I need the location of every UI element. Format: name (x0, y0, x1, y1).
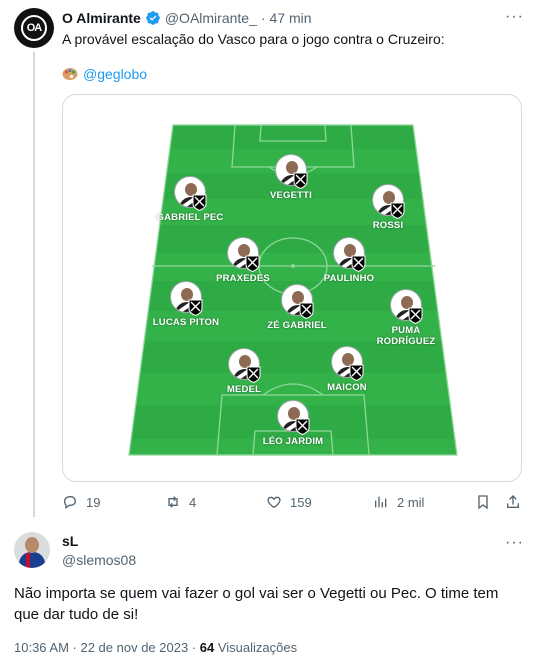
tweet-time[interactable]: 47 min (270, 10, 312, 26)
player-name: MEDEL (226, 384, 262, 395)
reply-views-label: Visualizações (217, 640, 298, 655)
more-icon[interactable]: ··· (505, 534, 524, 552)
vasco-crest-icon (295, 418, 310, 435)
vasco-crest-icon (192, 194, 207, 211)
palette-icon (62, 68, 78, 80)
player-name: PAULINHO (323, 273, 375, 284)
reply-author-name[interactable]: sL (62, 533, 78, 549)
share-button[interactable] (505, 494, 529, 510)
bookmark-icon (478, 495, 488, 510)
player-puma-rodriguez: PUMA RODRÍGUEZ (346, 289, 466, 347)
player-name: LUCAS PITON (152, 317, 220, 328)
author-name[interactable]: O Almirante (62, 10, 141, 26)
lineup-image[interactable]: VEGETTI GABRIEL PEC ROSSI PRAXEDES PAULI… (62, 94, 522, 482)
like-icon (267, 496, 281, 509)
avatar-logo: OA (21, 15, 47, 41)
player-lucas-piton: LUCAS PITON (126, 281, 246, 328)
vasco-crest-icon (293, 172, 308, 189)
reply-timestamp[interactable]: 10:36 AM · 22 de nov de 2023 · (14, 640, 196, 655)
share-icon (507, 495, 519, 508)
player-name: ROSSI (372, 220, 404, 231)
vasco-crest-icon (390, 202, 405, 219)
reply-author-handle[interactable]: @slemos08 (62, 552, 136, 568)
tweet-text: A provável escalação do Vasco para o jog… (62, 31, 445, 47)
player-paulinho: PAULINHO (289, 237, 409, 284)
author-handle[interactable]: @OAlmirante_ (165, 10, 257, 26)
like-button[interactable]: 159 (266, 494, 312, 510)
reply-icon (63, 496, 77, 509)
thread-line (33, 52, 35, 517)
views-icon (375, 496, 387, 508)
reply-button[interactable]: 19 (62, 494, 100, 510)
vasco-crest-icon (245, 255, 260, 272)
more-icon[interactable]: ··· (505, 8, 524, 26)
player-name: MAICON (327, 382, 367, 393)
player-name: PUMA RODRÍGUEZ (376, 325, 436, 347)
vasco-crest-icon (299, 302, 314, 319)
repost-button[interactable]: 4 (165, 494, 196, 510)
mention-link[interactable]: @geglobo (83, 66, 147, 82)
reply-text: Não importa se quem vai fazer o gol vai … (14, 585, 499, 623)
reply-meta: 10:36 AM · 22 de nov de 2023 · 64 Visual… (14, 640, 297, 655)
tweet-header: O Almirante @OAlmirante_ · 47 min (62, 8, 312, 28)
player-maicon: MAICON (287, 346, 407, 393)
player-name: LÉO JARDIM (262, 436, 324, 447)
player-gabriel-pec: GABRIEL PEC (130, 176, 250, 223)
views-button[interactable]: 2 mil (373, 494, 424, 510)
avatar-oalmirante[interactable]: OA (14, 8, 54, 48)
avatar-slemos[interactable] (14, 532, 50, 568)
bookmark-button[interactable] (475, 494, 499, 510)
like-count: 159 (290, 494, 312, 510)
vasco-crest-icon (349, 364, 364, 381)
player-name: VEGETTI (269, 190, 313, 201)
tweet-actions: 19 4 159 2 mil (62, 494, 522, 514)
player-praxedes: PRAXEDES (183, 237, 303, 284)
player-name: GABRIEL PEC (156, 212, 224, 223)
reply-count: 19 (86, 494, 101, 510)
player-ze-gabriel: ZÉ GABRIEL (237, 284, 357, 331)
player-name: ZÉ GABRIEL (267, 320, 327, 331)
vasco-crest-icon (246, 366, 261, 383)
verified-badge-icon (146, 11, 160, 25)
mention-row: @geglobo (62, 66, 147, 82)
player-leo-jardim: LÉO JARDIM (233, 400, 353, 447)
vasco-crest-icon (188, 299, 203, 316)
vasco-crest-icon (351, 255, 366, 272)
player-rossi: ROSSI (328, 184, 448, 231)
repost-count: 4 (189, 494, 197, 510)
views-count: 2 mil (397, 494, 425, 510)
separator: · (260, 10, 266, 26)
vasco-crest-icon (408, 307, 423, 324)
player-medel: MEDEL (184, 348, 304, 395)
reply-views-count: 64 (199, 640, 215, 655)
repost-icon (168, 496, 178, 508)
